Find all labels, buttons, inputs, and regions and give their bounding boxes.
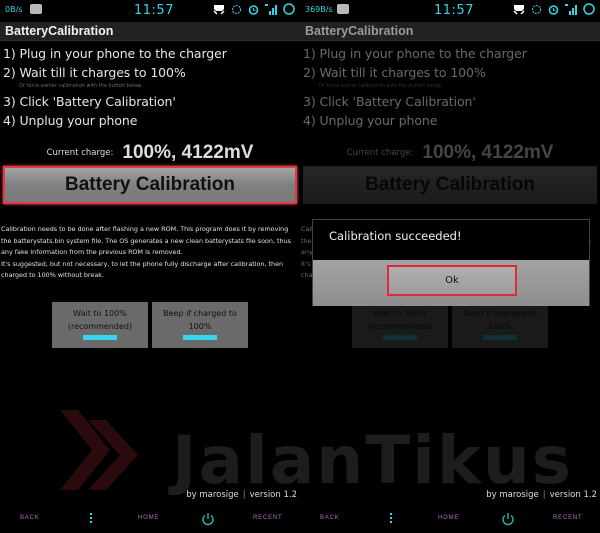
step-4: 4) Unplug your phone [3,113,138,128]
recent-button[interactable]: RECENT [253,515,282,521]
wait-to-100-toggle[interactable]: Wait to 100% (recommended) [52,302,148,348]
charge-value: 100%, 4122mV [122,142,254,163]
ok-label: Ok [445,275,459,286]
version: version 1.2 [249,490,297,500]
beep-if-charged-toggle[interactable]: Beep if charged to 100% [152,302,248,348]
step-2: 2) Wait till it charges to 100% [3,65,186,80]
alarm-icon [248,4,259,15]
signal-icon [565,3,577,15]
power-icon[interactable] [201,512,215,526]
headset-icon [513,4,525,15]
battery-calibration-button[interactable]: Battery Calibration [3,166,297,204]
right-screen: 369B/s 11:57 BatteryCalibration 1) Plug … [300,0,600,533]
step-1: 1) Plug in your phone to the charger [3,46,227,61]
toggle-indicator [183,335,217,340]
charge-label: Current charge: [46,148,114,158]
clock: 11:57 [134,3,174,18]
power-icon[interactable] [501,512,515,526]
toggle-label-line1: Beep if charged to [163,309,237,318]
clock: 11:57 [434,3,474,18]
menu-icon[interactable] [88,513,94,525]
dialog-message: Calibration succeeded! [329,229,462,243]
success-dialog: Calibration succeeded! Ok [312,219,590,306]
status-bar: 369B/s 11:57 [300,0,600,22]
toggle-indicator [83,335,117,340]
version: version 1.2 [549,490,597,500]
toggle-label-line1: Wait to 100% [73,309,127,318]
recent-button[interactable]: RECENT [553,515,582,521]
status-bar: 0B/s 11:57 [0,0,300,22]
toggle-label: Beep if charged to 100% [152,302,248,333]
sync-icon [232,4,241,14]
back-button[interactable]: BACK [20,515,40,521]
dialog-button-bar: Ok [313,260,589,306]
network-speed: 0B/s [5,5,23,14]
description-para-1: Calibration needs to be done after flash… [1,225,291,256]
app-title-bar: BatteryCalibration [300,22,600,41]
back-button[interactable]: BACK [320,515,340,521]
app-title: BatteryCalibration [5,24,114,38]
author: by marosige [186,490,239,500]
app-title-bar: BatteryCalibration [0,22,300,41]
step-hint: Or force earlier calibration with the bu… [19,83,143,89]
battery-ring-icon [583,3,595,15]
bbm-icon [30,4,42,14]
left-screen: 0B/s 11:57 BatteryCalibration 1) Plug in… [0,0,300,533]
battery-ring-icon [283,3,295,15]
navigation-bar: BACK HOME RECENT [0,508,300,533]
description: Calibration needs to be done after flash… [1,224,299,282]
toggle-label-line2: (recommended) [67,322,133,331]
description-para-2: It's suggested, but not necessary, to le… [1,259,284,280]
headset-icon [213,4,225,15]
network-speed: 369B/s [305,5,333,14]
alarm-icon [548,4,559,15]
toggle-label: Wait to 100% (recommended) [52,302,148,333]
app-title: BatteryCalibration [305,24,414,38]
current-charge: Current charge: 100%, 4122mV [0,142,300,164]
signal-icon [265,3,277,15]
home-button[interactable]: HOME [438,515,459,521]
credit-line: by marosige | version 1.2 [186,490,297,500]
bbm-icon [337,4,349,14]
home-button[interactable]: HOME [138,515,159,521]
author: by marosige [486,490,539,500]
credit-line: by marosige | version 1.2 [486,490,597,500]
navigation-bar: BACK HOME RECENT [300,508,600,533]
sync-icon [532,4,541,14]
instructions: 1) Plug in your phone to the charger 2) … [3,44,297,130]
ok-button[interactable]: Ok [387,265,517,296]
battery-calibration-label: Battery Calibration [65,174,235,195]
step-3: 3) Click 'Battery Calibration' [3,94,176,109]
toggle-label-line2: 100% [188,322,212,331]
menu-icon[interactable] [388,513,394,525]
